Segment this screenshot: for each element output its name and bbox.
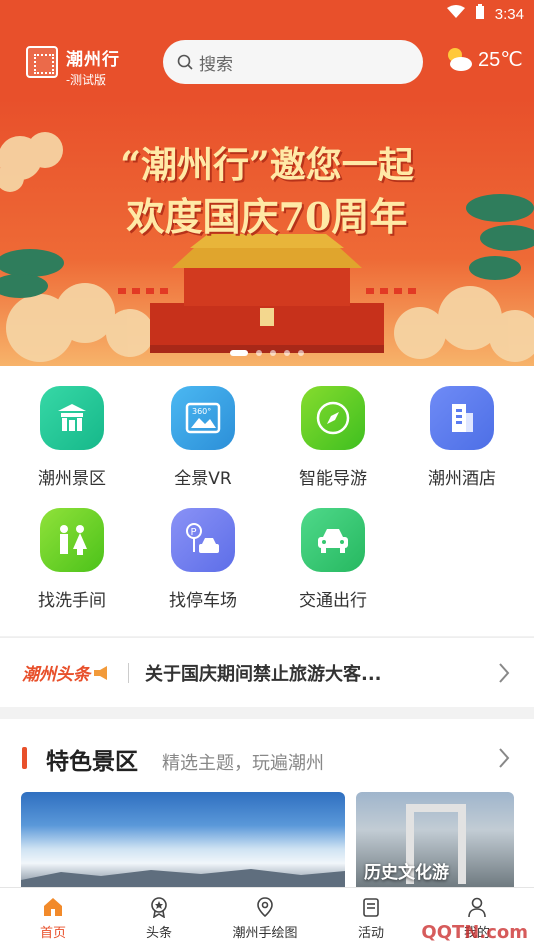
wifi-icon	[446, 5, 465, 23]
feature-grid: 潮州景区 360° 全景VR 智能导游 潮州酒店 找洗手间 P 找停车场 交通出…	[0, 366, 534, 636]
featured-section: 特色景区 精选主题，玩遍潮州 历史文化游	[0, 719, 534, 887]
carousel-dot[interactable]	[298, 350, 304, 356]
feature-transport[interactable]: 交通出行	[268, 508, 398, 611]
carousel-dot[interactable]	[256, 350, 262, 356]
feature-restroom[interactable]: 找洗手间	[7, 508, 137, 611]
feature-label: 潮州酒店	[428, 469, 496, 489]
car-icon	[301, 508, 365, 572]
app-header: 3:34 潮州行 -测试版 搜索 25℃	[0, 0, 534, 98]
search-bar[interactable]: 搜索	[163, 40, 423, 84]
tab-activity[interactable]: 活动	[318, 896, 424, 941]
feature-vr[interactable]: 360° 全景VR	[138, 386, 268, 489]
app-logo	[26, 46, 58, 78]
parking-car-icon: P	[171, 508, 235, 572]
feature-guide[interactable]: 智能导游	[268, 386, 398, 489]
tab-headlines[interactable]: 头条	[106, 896, 212, 941]
carousel-dot[interactable]	[284, 350, 290, 356]
news-headline[interactable]: 关于国庆期间禁止旅游大客...	[145, 660, 445, 686]
feature-label: 交通出行	[299, 591, 367, 611]
restroom-icon	[40, 508, 104, 572]
banner-line-2: 欢度国庆70周年	[126, 194, 408, 239]
feature-label: 智能导游	[299, 469, 367, 489]
bottom-tab-bar: 首页 头条 潮州手绘图 活动 我的 QQTN.com	[0, 887, 534, 949]
news-tag: 潮州头条	[22, 660, 112, 685]
tab-label: 活动	[357, 926, 384, 941]
landscape-image	[21, 869, 345, 887]
news-ticker[interactable]: 潮州头条 关于国庆期间禁止旅游大客...	[0, 637, 534, 707]
banner-line-1: “潮州行”邀您一起	[120, 144, 414, 186]
search-icon	[177, 54, 193, 70]
chevron-right-icon[interactable]	[498, 662, 510, 684]
hotel-building-icon	[430, 386, 494, 450]
section-subtitle: 精选主题，玩遍潮州	[162, 753, 324, 774]
tab-label: 头条	[145, 926, 172, 941]
profile-icon	[468, 897, 486, 918]
feature-label: 找停车场	[169, 591, 237, 611]
feature-scenic[interactable]: 潮州景区	[7, 386, 137, 489]
tab-label: 潮州手绘图	[232, 926, 298, 941]
divider	[128, 662, 129, 683]
feature-label: 找洗手间	[38, 591, 106, 611]
sun-cloud-icon	[448, 48, 472, 71]
carousel-indicator	[0, 350, 534, 356]
weather-temp: 25℃	[478, 48, 523, 71]
home-icon	[44, 898, 62, 916]
megaphone-icon	[94, 665, 107, 680]
watermark: QQTN.com	[421, 922, 528, 943]
search-placeholder: 搜索	[199, 54, 233, 75]
scenic-gate-icon	[40, 386, 104, 450]
feature-hotel[interactable]: 潮州酒店	[397, 386, 527, 489]
tab-home[interactable]: 首页	[0, 896, 106, 941]
activity-icon	[363, 898, 379, 917]
tab-map[interactable]: 潮州手绘图	[212, 896, 318, 941]
featured-card-history[interactable]: 历史文化游	[356, 792, 514, 887]
svg-text:P: P	[191, 527, 197, 538]
carousel-dot[interactable]	[270, 350, 276, 356]
feature-parking[interactable]: P 找停车场	[138, 508, 268, 611]
weather[interactable]: 25℃	[444, 44, 523, 74]
chevron-right-icon[interactable]	[498, 747, 510, 769]
news-tag-label: 潮州头条	[22, 665, 90, 685]
compass-icon	[301, 386, 365, 450]
map-pin-icon	[257, 897, 273, 918]
tab-label: 首页	[39, 926, 66, 941]
brand: 潮州行 -测试版	[66, 45, 120, 88]
battery-icon	[475, 4, 485, 24]
status-time: 3:34	[494, 5, 524, 23]
svg-text:360°: 360°	[192, 407, 211, 416]
feature-label: 潮州景区	[38, 469, 106, 489]
carousel-dot[interactable]	[230, 350, 248, 356]
featured-card-landscape[interactable]	[21, 792, 345, 887]
vr-360-icon: 360°	[171, 386, 235, 450]
status-bar: 3:34	[0, 0, 534, 30]
promo-banner[interactable]: “潮州行”邀您一起 欢度国庆70周年	[0, 98, 534, 366]
feature-label: 全景VR	[174, 469, 232, 489]
section-title: 特色景区	[46, 749, 138, 775]
card-label: 历史文化游	[364, 863, 449, 883]
brand-title: 潮州行	[66, 50, 120, 70]
news-badge-icon	[151, 897, 167, 918]
brand-subtitle: -测试版	[66, 73, 107, 87]
section-accent-bar	[22, 747, 27, 769]
